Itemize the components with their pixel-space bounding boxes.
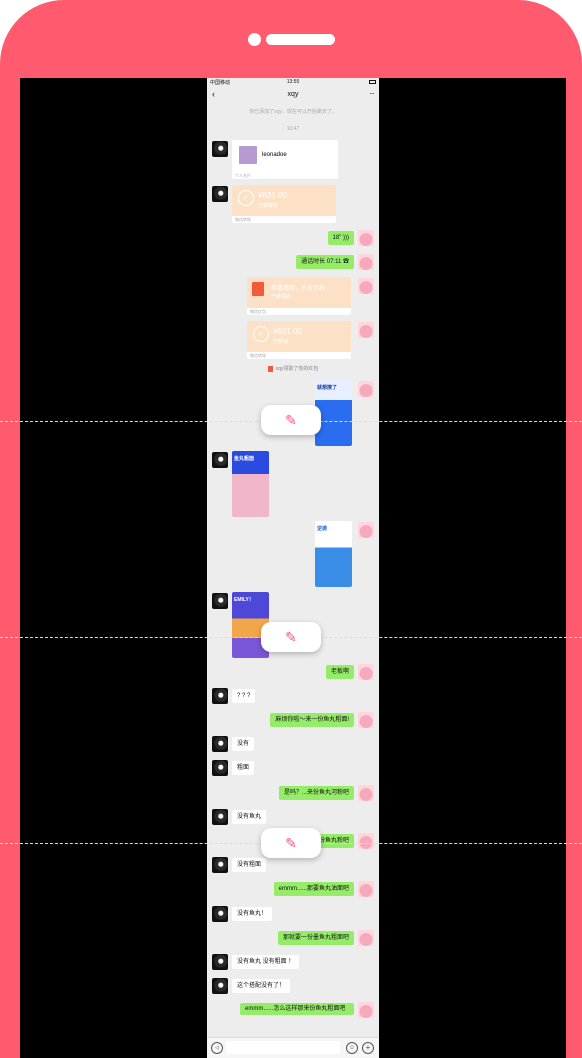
contact-name: leonadoe [262, 152, 287, 158]
chat-navbar: ‹ xqy ··· [207, 87, 379, 104]
transfer-amount: ¥631.00 [273, 327, 302, 336]
check-icon: ✓ [253, 326, 269, 342]
voice-duration: 18" [332, 235, 342, 241]
message-bubble[interactable]: 是吗？...来份鱼丸河粉吧 [278, 786, 354, 800]
red-packet-notice: xqy领取了你的红包 [207, 365, 379, 372]
message-input[interactable] [226, 1041, 340, 1054]
added-notice: 你已添加了xqy，现在可以开始聊天了。 [249, 109, 337, 115]
pencil-icon: ✎ [285, 835, 297, 851]
chat-screen: 中国移动 13:55 ‹ xqy ··· 你已添加了xqy，现在可以开始聊天了。… [207, 78, 379, 1058]
poster-text: 就想撩了 [317, 385, 338, 391]
avatar[interactable] [212, 141, 228, 157]
call-duration-message[interactable]: 通话时长 07:11 ☎ [296, 255, 354, 269]
avatar[interactable] [358, 785, 374, 801]
avatar[interactable] [358, 230, 374, 246]
transfer-card[interactable]: ✓ ¥631.00 已被接收 微信转账 [232, 185, 336, 223]
avatar[interactable] [212, 593, 228, 609]
message-bubble[interactable]: 粗面 [232, 761, 255, 775]
poster-text: 逆袭 [317, 526, 328, 532]
battery-icon [369, 80, 376, 84]
transfer-status: 已被接收 [258, 203, 279, 209]
edit-button[interactable]: ✎ [261, 622, 321, 652]
transfer-status: 已收钱 [273, 339, 289, 345]
poster-image[interactable]: 逆袭 [315, 521, 352, 587]
more-icon[interactable]: ··· [369, 89, 375, 98]
pencil-icon: ✎ [285, 412, 297, 428]
avatar[interactable] [212, 760, 228, 776]
edit-button[interactable]: ✎ [261, 828, 321, 858]
message-bubble[interactable]: emmm......怎么这样那来份鱼丸粗面吧 [240, 1003, 354, 1015]
avatar[interactable] [358, 833, 374, 849]
avatar[interactable] [212, 688, 228, 704]
avatar[interactable] [358, 712, 374, 728]
red-packet-title: 恭喜发财，大吉大利 [271, 286, 326, 292]
contact-card-footer: 个人名片 [232, 172, 338, 179]
timestamp: 10:47 [286, 126, 300, 132]
plus-icon[interactable]: + [362, 1042, 374, 1054]
message-bubble[interactable]: 没有粗面 [232, 858, 267, 872]
message-bubble[interactable]: ? ? ? [232, 689, 256, 703]
avatar[interactable] [358, 1002, 374, 1018]
clock: 13:55 [286, 79, 300, 85]
avatar[interactable] [212, 954, 228, 970]
red-packet-footer: 微信红包 [247, 308, 351, 315]
red-envelope-icon [252, 282, 264, 296]
status-bar: 中国移动 13:55 [207, 78, 379, 87]
voice-message[interactable]: 18" ))) [327, 231, 354, 245]
transfer-card[interactable]: ✓ ¥631.00 已收钱 微信转账 [247, 321, 351, 359]
input-bar: ◁ ☺ + [207, 1037, 379, 1058]
message-bubble[interactable]: 那就要一份墨鱼丸粗面吧 [277, 931, 354, 945]
transfer-amount: ¥631.00 [258, 191, 287, 200]
message-bubble[interactable]: 没有 [232, 737, 255, 751]
avatar[interactable] [212, 186, 228, 202]
contact-card[interactable]: leonadoe 个人名片 [232, 140, 338, 179]
pencil-icon: ✎ [285, 629, 297, 645]
message-bubble[interactable]: 没有鱼丸！ [232, 907, 273, 921]
red-packet-status: 已被领完 [271, 294, 292, 300]
message-bubble[interactable]: 老板啊 [325, 665, 354, 679]
avatar[interactable] [212, 809, 228, 825]
call-duration-text: 通话时长 07:11 [301, 259, 342, 265]
message-bubble[interactable]: 没有鱼丸 [232, 810, 267, 824]
edit-button[interactable]: ✎ [261, 405, 321, 435]
voice-input-icon[interactable]: ◁ [211, 1042, 223, 1054]
red-packet-small-icon [267, 365, 273, 372]
camera-dot [248, 33, 261, 46]
contact-avatar [239, 146, 257, 164]
speaker-grille [266, 34, 335, 45]
red-packet-card[interactable]: 恭喜发财，大吉大利 已被领完 微信红包 [247, 277, 351, 315]
poster-text: EMILY！ [234, 597, 254, 603]
message-bubble[interactable]: 这个搭配没有了！ [232, 979, 291, 993]
avatar[interactable] [358, 278, 374, 294]
avatar[interactable] [358, 881, 374, 897]
voice-wave-icon: ))) [343, 235, 349, 241]
avatar[interactable] [212, 736, 228, 752]
avatar[interactable] [358, 664, 374, 680]
chat-title: xqy [287, 91, 299, 98]
avatar[interactable] [358, 254, 374, 270]
avatar[interactable] [212, 978, 228, 994]
transfer-footer: 微信转账 [232, 216, 336, 223]
message-bubble[interactable]: 麻烦你啦～来一份鱼丸粗面! [270, 713, 354, 727]
emoji-icon[interactable]: ☺ [346, 1042, 358, 1054]
transfer-footer: 微信转账 [247, 352, 351, 359]
avatar[interactable] [212, 857, 228, 873]
avatar[interactable] [358, 522, 374, 538]
avatar[interactable] [358, 322, 374, 338]
phone-icon: ☎ [342, 259, 349, 265]
phone-frame: 中国移动 13:55 ‹ xqy ··· 你已添加了xqy，现在可以开始聊天了。… [0, 0, 582, 1058]
poster-image[interactable]: 鱼丸粗面 [232, 451, 269, 517]
message-bubble[interactable]: emmm......那要鱼丸油面吧 [273, 882, 354, 896]
poster-text: 鱼丸粗面 [234, 456, 255, 462]
avatar[interactable] [358, 381, 374, 397]
phone-screen: 中国移动 13:55 ‹ xqy ··· 你已添加了xqy，现在可以开始聊天了。… [20, 78, 566, 1058]
avatar[interactable] [212, 906, 228, 922]
message-bubble[interactable]: 没有鱼丸 没有粗面 ！ [232, 955, 300, 969]
avatar[interactable] [358, 930, 374, 946]
avatar[interactable] [212, 452, 228, 468]
check-icon: ✓ [238, 190, 254, 206]
